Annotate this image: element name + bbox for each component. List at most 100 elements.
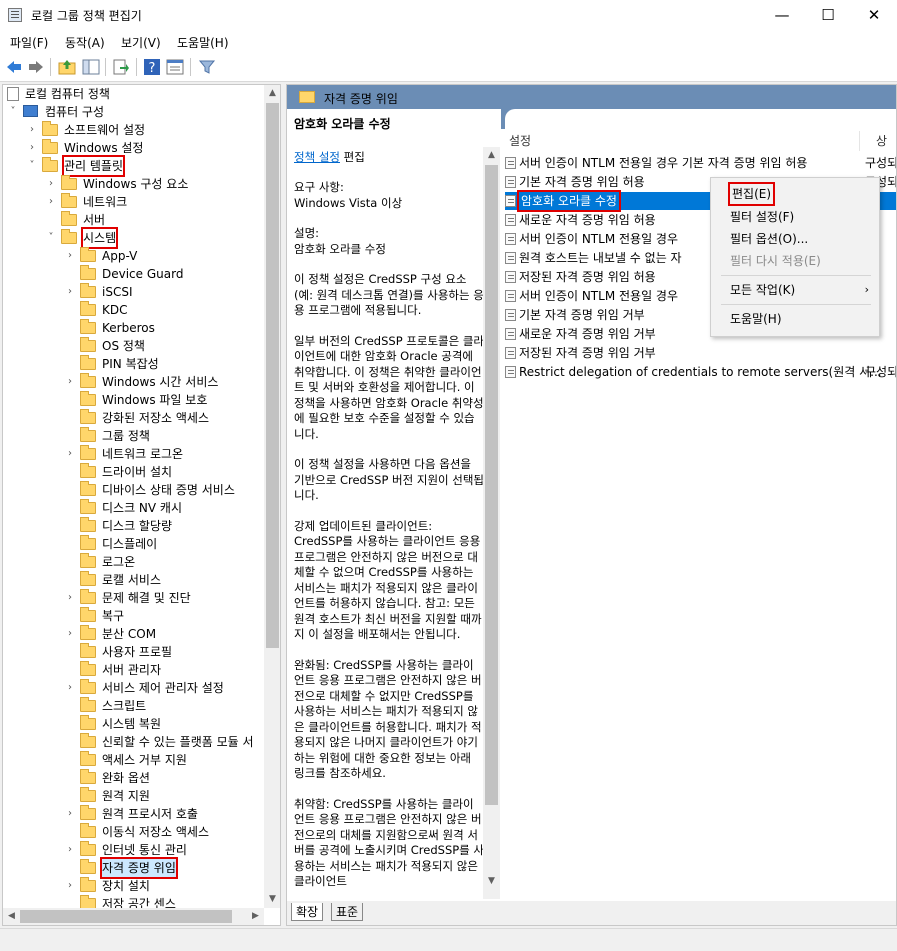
tree-system-child[interactable]: › 서비스 제어 관리자 설정 <box>64 679 264 697</box>
tree-system-child[interactable]: › iSCSI <box>64 283 264 301</box>
scroll-left-arrow-icon[interactable]: ◀ <box>3 908 20 925</box>
tree-system-child[interactable]: PIN 복잡성 <box>64 355 264 373</box>
filter-icon[interactable] <box>198 58 216 76</box>
menu-help[interactable]: 도움말(H) <box>177 34 229 51</box>
scroll-thumb[interactable] <box>485 165 498 805</box>
tree-network[interactable]: › 네트워크 <box>45 193 265 211</box>
tree-system-child[interactable]: 디바이스 상태 증명 서비스 <box>64 481 264 499</box>
tree-system-child[interactable]: 자격 증명 위임 <box>64 857 264 879</box>
scroll-up-arrow-icon[interactable]: ▲ <box>483 147 500 164</box>
chevron-right-icon[interactable]: › <box>45 175 57 193</box>
chevron-right-icon[interactable]: › <box>64 679 76 697</box>
context-menu-filter-settings[interactable]: 필터 설정(F) <box>711 206 879 228</box>
maximize-button[interactable]: ☐ <box>805 0 851 30</box>
tree-system-child[interactable]: 그룹 정책 <box>64 427 264 445</box>
tree-system-child[interactable]: Device Guard <box>64 265 264 283</box>
tree-system-child[interactable]: 서버 관리자 <box>64 661 264 679</box>
tree-system-child[interactable]: 액세스 거부 지원 <box>64 751 264 769</box>
tree-system-child[interactable]: › 분산 COM <box>64 625 264 643</box>
menu-file[interactable]: 파일(F) <box>10 34 48 51</box>
chevron-right-icon[interactable]: › <box>64 841 76 859</box>
policy-settings-link[interactable]: 정책 설정 <box>294 150 340 164</box>
tree-admin-templates[interactable]: ˅ 관리 템플릿 <box>26 155 266 177</box>
column-header-state[interactable]: 상 <box>876 131 887 151</box>
chevron-right-icon[interactable]: › <box>64 445 76 463</box>
tree-system-child[interactable]: › App-V <box>64 247 264 265</box>
tree-system-child[interactable]: 스크립트 <box>64 697 264 715</box>
chevron-right-icon[interactable]: › <box>45 193 57 211</box>
tree-system-child[interactable]: › 네트워크 로그온 <box>64 445 264 463</box>
show-hide-tree-icon[interactable] <box>82 58 100 76</box>
tab-standard[interactable]: 표준 <box>331 903 364 921</box>
tree-system-child[interactable]: 시스템 복원 <box>64 715 264 733</box>
tree-windows-components[interactable]: › Windows 구성 요소 <box>45 175 265 193</box>
setting-row[interactable]: Restrict delegation of credentials to re… <box>505 363 896 381</box>
tree-system-child[interactable]: 로캘 서비스 <box>64 571 264 589</box>
tree-system-child[interactable]: 원격 지원 <box>64 787 264 805</box>
tree-system-child[interactable]: 디스크 NV 캐시 <box>64 499 264 517</box>
properties-icon[interactable] <box>166 58 184 76</box>
export-list-icon[interactable] <box>112 58 130 76</box>
menu-action[interactable]: 동작(A) <box>65 34 105 51</box>
tree-system-child[interactable]: 이동식 저장소 액세스 <box>64 823 264 841</box>
chevron-down-icon[interactable]: ˅ <box>26 157 38 175</box>
tree-vertical-scrollbar[interactable]: ▲ ▼ <box>264 85 280 908</box>
setting-row[interactable]: 저장된 자격 증명 위임 거부 <box>505 344 896 362</box>
chevron-right-icon[interactable]: › <box>64 247 76 265</box>
back-arrow-icon[interactable] <box>5 58 23 76</box>
minimize-button[interactable]: — <box>759 0 805 30</box>
tree-system-child[interactable]: › 문제 해결 및 진단 <box>64 589 264 607</box>
scroll-down-arrow-icon[interactable]: ▼ <box>483 873 500 890</box>
tree-software-settings[interactable]: › 소프트웨어 설정 <box>26 121 266 139</box>
context-menu-edit[interactable]: 편집(E) <box>711 182 879 206</box>
chevron-right-icon[interactable]: › <box>64 625 76 643</box>
chevron-right-icon[interactable]: › <box>26 139 38 157</box>
tree-system-child[interactable]: › 인터넷 통신 관리 <box>64 841 264 859</box>
tree-system-child[interactable]: Kerberos <box>64 319 264 337</box>
menu-view[interactable]: 보기(V) <box>121 34 161 51</box>
tree-pane[interactable]: 로컬 컴퓨터 정책 ˅ 컴퓨터 구성 › 소프트웨어 설정 › Windows … <box>2 84 281 926</box>
tree-system-child[interactable]: 신뢰할 수 있는 플랫폼 모듈 서 <box>64 733 264 751</box>
tree-system-child[interactable]: OS 정책 <box>64 337 264 355</box>
chevron-right-icon[interactable]: › <box>64 373 76 391</box>
tree-system-child[interactable]: Windows 파일 보호 <box>64 391 264 409</box>
chevron-right-icon[interactable]: › <box>64 805 76 823</box>
chevron-down-icon[interactable]: ˅ <box>45 229 57 247</box>
tree-system-child[interactable]: › Windows 시간 서비스 <box>64 373 264 391</box>
scroll-up-arrow-icon[interactable]: ▲ <box>264 85 280 102</box>
tab-extended[interactable]: 확장 <box>291 903 324 921</box>
tree-system-child[interactable]: 디스플레이 <box>64 535 264 553</box>
setting-row[interactable]: 서버 인증이 NTLM 전용일 경우 기본 자격 증명 위임 허용 구성되 <box>505 154 896 172</box>
context-menu-all-tasks[interactable]: 모든 작업(K) › <box>711 279 879 301</box>
column-header-setting[interactable]: 설정 <box>509 131 531 151</box>
tree-computer-config[interactable]: ˅ 컴퓨터 구성 <box>7 103 267 121</box>
tree-system-child[interactable]: 디스크 할당량 <box>64 517 264 535</box>
description-scrollbar[interactable]: ▲ ▼ <box>483 147 500 899</box>
chevron-right-icon[interactable]: › <box>26 121 38 139</box>
close-button[interactable]: ✕ <box>851 0 897 30</box>
tree-windows-settings[interactable]: › Windows 설정 <box>26 139 266 157</box>
chevron-down-icon[interactable]: ˅ <box>7 103 19 121</box>
tree-system-child[interactable]: 복구 <box>64 607 264 625</box>
tree-system-child[interactable]: 로그온 <box>64 553 264 571</box>
chevron-right-icon[interactable]: › <box>64 283 76 301</box>
scroll-thumb[interactable] <box>266 103 279 648</box>
forward-arrow-icon[interactable] <box>27 58 45 76</box>
tree-system-child[interactable]: KDC <box>64 301 264 319</box>
chevron-right-icon[interactable]: › <box>64 589 76 607</box>
tree-system-child[interactable]: 강화된 저장소 액세스 <box>64 409 264 427</box>
tree-system-child[interactable]: › 장치 설치 <box>64 877 264 895</box>
chevron-right-icon[interactable]: › <box>64 877 76 895</box>
tree-horizontal-scrollbar[interactable]: ◀ ▶ <box>3 908 264 925</box>
context-menu-filter-options[interactable]: 필터 옵션(O)... <box>711 228 879 250</box>
tree-system-child[interactable]: › 원격 프로시저 호출 <box>64 805 264 823</box>
context-menu-help[interactable]: 도움말(H) <box>711 308 879 330</box>
scroll-thumb[interactable] <box>20 910 232 923</box>
scroll-right-arrow-icon[interactable]: ▶ <box>247 908 264 925</box>
tree-server[interactable]: 서버 <box>45 211 265 229</box>
up-folder-icon[interactable] <box>58 58 76 76</box>
help-icon[interactable]: ? <box>143 58 161 76</box>
tree-system-child[interactable]: 완화 옵션 <box>64 769 264 787</box>
tree-system[interactable]: ˅ 시스템 <box>45 227 265 249</box>
tree-system-child[interactable]: 사용자 프로필 <box>64 643 264 661</box>
